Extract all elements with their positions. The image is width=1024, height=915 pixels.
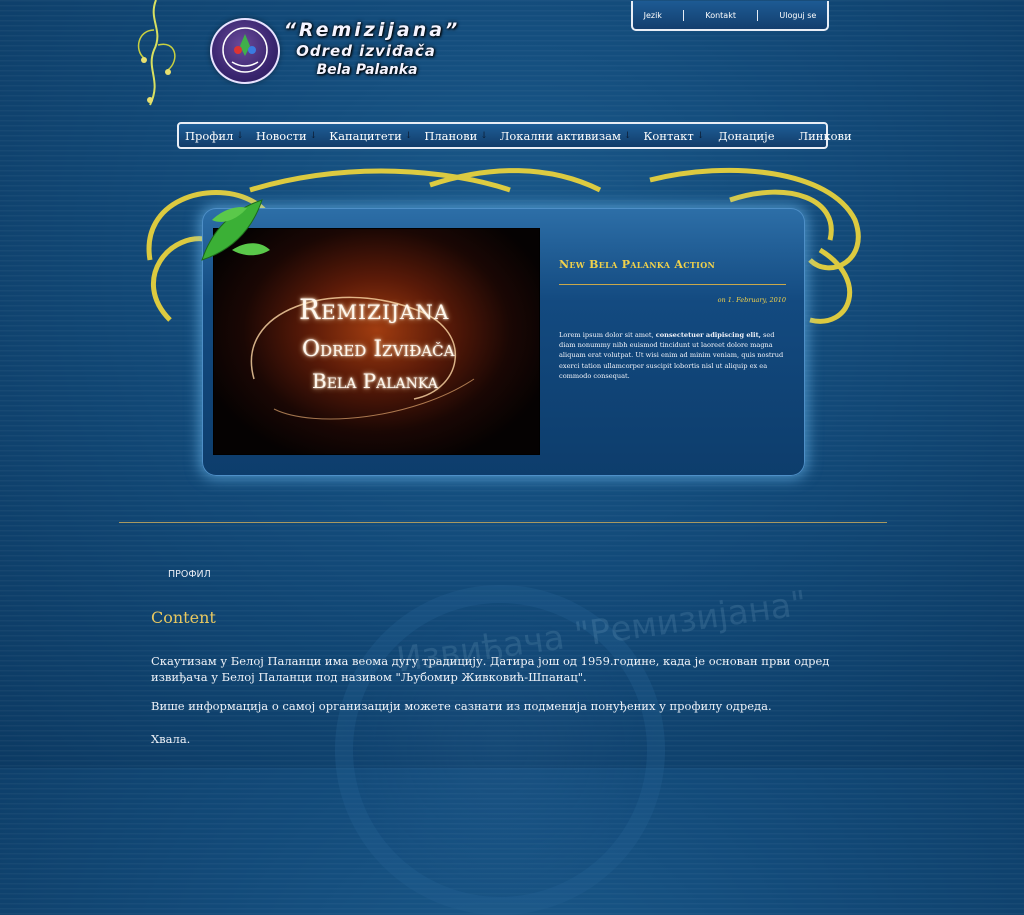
vine-decoration: [137, 0, 176, 106]
site-title-line2: Odred izviđača: [296, 42, 436, 60]
arrow-down-icon: ↓: [309, 130, 318, 141]
section-divider: [119, 522, 887, 523]
feature-text-lead: Lorem ipsum dolor sit amet,: [559, 331, 656, 339]
nav-label: Новости: [255, 128, 307, 143]
content-paragraph: Скаутизам у Белој Паланци има веома дугу…: [151, 654, 830, 684]
nav-label: Планови: [424, 128, 478, 143]
nav-item-novosti[interactable]: Новости ↓: [256, 129, 317, 143]
nav-item-kapaciteti[interactable]: Капацитети ↓: [329, 129, 412, 143]
arrow-down-icon: ↓: [236, 130, 244, 141]
nav-item-planovi[interactable]: Планови ↓: [424, 129, 487, 143]
nav-item-profil[interactable]: Профил ↓: [185, 129, 244, 143]
nav-label: Профил: [185, 128, 234, 143]
feature-date: on 1. February, 2010: [717, 296, 786, 304]
breadcrumb[interactable]: ПРОФИЛ: [168, 569, 211, 580]
nav-item-kontakt[interactable]: Контакт ↓: [643, 129, 704, 143]
site-title: “Remizijana” Odred izviđača Bela Palanka: [282, 18, 462, 79]
nav-label: Донације: [718, 128, 775, 143]
link-contact[interactable]: Kontakt: [705, 11, 736, 20]
feature-text-bold: consectetuer adipiscing elit,: [655, 331, 761, 339]
image-text-line3: Bela Palanka: [312, 369, 438, 393]
content-paragraph: Хвала.: [151, 732, 191, 746]
image-text-line2: Odred Izviđača: [302, 337, 455, 362]
site-title-line1: “Remizijana”: [283, 19, 461, 41]
content-paragraph: Више информација о самој организацији мо…: [151, 699, 772, 713]
link-language[interactable]: Jezik: [644, 11, 662, 20]
arrow-down-icon: ↓: [623, 130, 632, 141]
feature-title[interactable]: New Bela Palanka Action: [559, 258, 715, 271]
nav-label: Локални активизам: [499, 128, 621, 143]
nav-label: Линкови: [798, 128, 852, 143]
arrow-down-icon: ↓: [696, 130, 705, 141]
nav-item-donacije[interactable]: Донације: [718, 129, 774, 143]
nav-item-lokalni-aktivizam[interactable]: Локални активизам ↓: [500, 129, 632, 143]
nav-label: Контакт: [643, 128, 694, 143]
nav-label: Капацитети: [329, 128, 402, 143]
feature-text: Lorem ipsum dolor sit amet, consectetuer…: [559, 330, 787, 381]
site-title-line3: Bela Palanka: [316, 62, 418, 78]
divider: [559, 284, 786, 285]
arrow-down-icon: ↓: [404, 130, 413, 141]
separator: [757, 9, 759, 21]
top-links-bar: Jezik Kontakt Uloguj se: [631, 1, 829, 31]
image-text-line1: Remizijana: [299, 293, 450, 326]
main-nav: Профил ↓ Новости ↓ Капацитети ↓ Планови ↓ Ло…: [177, 122, 852, 149]
page-title: Content: [151, 608, 216, 627]
nav-item-linkovi[interactable]: Линкови: [799, 129, 852, 143]
leaf-icon: [201, 199, 270, 261]
separator: [683, 9, 685, 21]
link-login[interactable]: Uloguj se: [779, 11, 816, 20]
arrow-down-icon: ↓: [480, 130, 488, 141]
